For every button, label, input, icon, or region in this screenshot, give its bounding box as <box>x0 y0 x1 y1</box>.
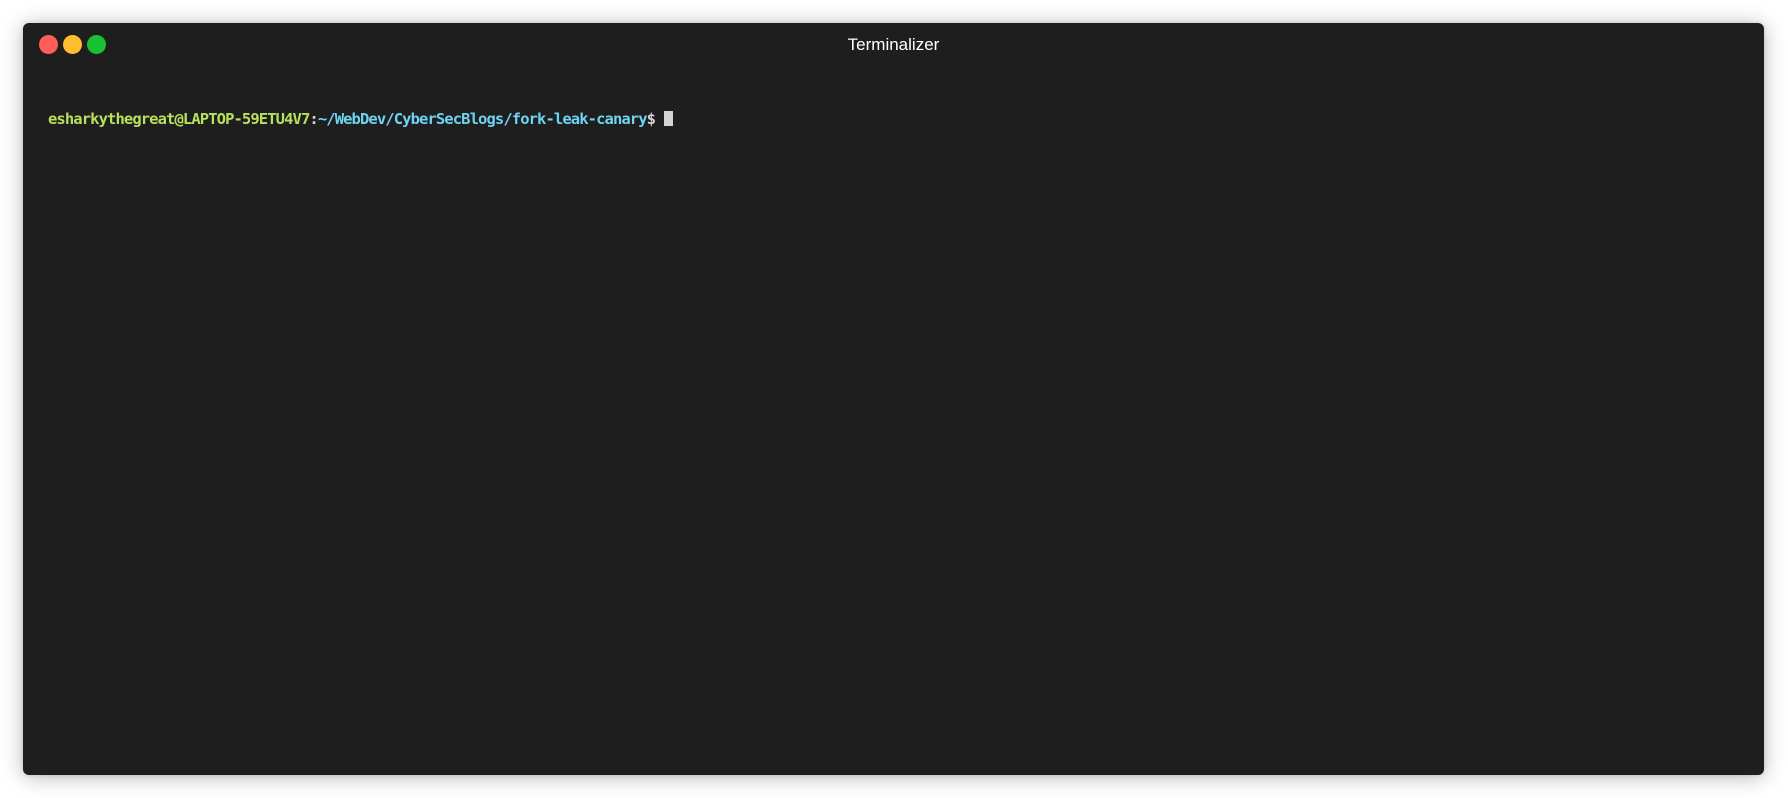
terminal-window: Terminalizer esharkythegreat@LAPTOP-59ET… <box>23 23 1764 775</box>
prompt-line: esharkythegreat@LAPTOP-59ETU4V7:~/WebDev… <box>48 109 674 129</box>
prompt-symbol: $ <box>646 110 656 128</box>
prompt-path: ~/WebDev/CyberSecBlogs/fork-leak-canary <box>317 110 648 128</box>
window-title: Terminalizer <box>847 35 940 54</box>
prompt-separator: : <box>309 110 318 128</box>
terminal-output-area[interactable]: esharkythegreat@LAPTOP-59ETU4V7:~/WebDev… <box>23 65 1764 775</box>
prompt-user-host: esharkythegreat@LAPTOP-59ETU4V7 <box>48 110 310 128</box>
title-bar[interactable]: Terminalizer <box>23 23 1764 65</box>
text-cursor <box>664 111 674 126</box>
